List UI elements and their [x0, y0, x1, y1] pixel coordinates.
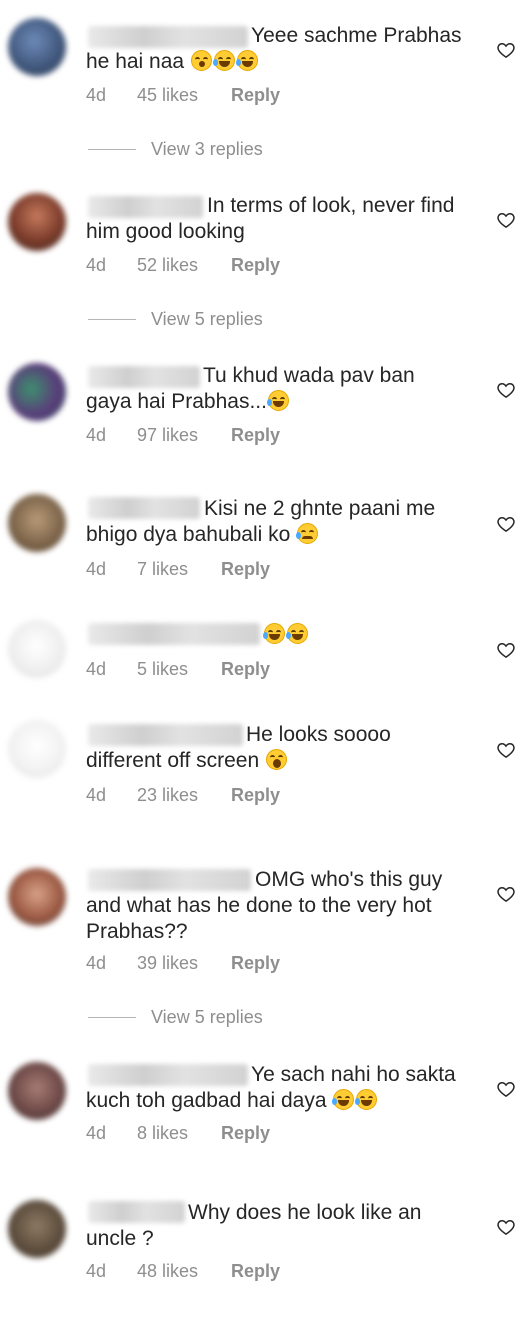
- avatar[interactable]: [8, 193, 66, 251]
- tears-of-joy-emoji-icon: [286, 623, 308, 644]
- heart-outline-icon[interactable]: [496, 1217, 516, 1237]
- avatar[interactable]: [8, 18, 66, 76]
- likes-count[interactable]: 52 likes: [137, 255, 198, 276]
- likes-count[interactable]: 48 likes: [137, 1261, 198, 1282]
- comment-text: [86, 622, 476, 648]
- heart-outline-icon[interactable]: [496, 380, 516, 400]
- reply-button[interactable]: Reply: [231, 255, 280, 276]
- avatar[interactable]: [8, 494, 66, 552]
- tears-of-joy-emoji-icon: [266, 390, 289, 411]
- reply-button[interactable]: Reply: [231, 1261, 280, 1282]
- comment-text: He looks soooo different off screen: [86, 723, 391, 772]
- tears-of-joy-emoji-icon: [355, 1089, 378, 1110]
- tears-of-joy-emoji-icon: [332, 1089, 355, 1110]
- comment-meta: 4d 23 likes Reply: [86, 785, 280, 806]
- reply-button[interactable]: Reply: [231, 953, 280, 974]
- crying-face-emoji-icon: [296, 523, 319, 544]
- emoji-reactions: [263, 623, 309, 646]
- comment-text: Kisi ne 2 ghnte paani me bhigo dya bahub…: [86, 497, 436, 546]
- reply-button[interactable]: Reply: [231, 85, 280, 106]
- view-replies-button[interactable]: View 5 replies: [88, 309, 263, 330]
- comment-text: Yeee sachme Prabhas he hai naa: [86, 24, 462, 73]
- avatar[interactable]: [8, 1062, 66, 1120]
- divider: [88, 1017, 136, 1018]
- comment-age: 4d: [86, 1123, 107, 1143]
- emoji-reactions: [265, 749, 288, 772]
- likes-count[interactable]: 39 likes: [137, 953, 198, 974]
- view-replies-button[interactable]: View 5 replies: [88, 1007, 263, 1028]
- comment-text: In terms of look, never find him good lo…: [86, 194, 455, 243]
- reply-button[interactable]: Reply: [221, 1123, 270, 1144]
- heart-outline-icon[interactable]: [496, 210, 516, 230]
- emoji-reactions: [266, 390, 290, 413]
- avatar[interactable]: [8, 1200, 66, 1258]
- comment-age: 4d: [86, 559, 107, 579]
- heart-outline-icon[interactable]: [496, 40, 516, 60]
- divider: [88, 149, 136, 150]
- heart-outline-icon[interactable]: [496, 1079, 516, 1099]
- astonished-emoji-icon: [190, 50, 212, 71]
- likes-count[interactable]: 97 likes: [137, 425, 198, 446]
- comment-meta: 4d 39 likes Reply: [86, 953, 280, 974]
- comment-meta: 4d 97 likes Reply: [86, 425, 280, 446]
- reply-button[interactable]: Reply: [221, 659, 270, 680]
- comment-age: 4d: [86, 85, 107, 105]
- comment-text: Tu khud wada pav ban gaya hai Prabhas...: [86, 364, 415, 413]
- comment-age: 4d: [86, 425, 107, 445]
- emoji-reactions: [332, 1089, 378, 1112]
- comment-age: 4d: [86, 785, 107, 805]
- heart-outline-icon[interactable]: [496, 640, 516, 660]
- heart-outline-icon[interactable]: [496, 884, 516, 904]
- divider: [88, 319, 136, 320]
- comment-age: 4d: [86, 953, 107, 973]
- reply-button[interactable]: Reply: [231, 425, 280, 446]
- comment-meta: 4d 52 likes Reply: [86, 255, 280, 276]
- comment-text: Ye sach nahi ho sakta kuch toh gadbad ha…: [86, 1063, 456, 1112]
- likes-count[interactable]: 45 likes: [137, 85, 198, 106]
- screaming-face-emoji-icon: [266, 749, 288, 770]
- comment-meta: 4d 5 likes Reply: [86, 659, 270, 680]
- avatar[interactable]: [8, 868, 66, 926]
- likes-count[interactable]: 7 likes: [137, 559, 188, 580]
- reply-button[interactable]: Reply: [221, 559, 270, 580]
- view-replies-button[interactable]: View 3 replies: [88, 139, 263, 160]
- comment-meta: 4d 7 likes Reply: [86, 559, 270, 580]
- avatar[interactable]: [8, 363, 66, 421]
- comment-text: OMG who's this guy and what has he done …: [86, 868, 443, 943]
- comment-meta: 4d 45 likes Reply: [86, 85, 280, 106]
- avatar[interactable]: [8, 720, 66, 778]
- comment-text: Why does he look like an uncle ?: [86, 1201, 422, 1250]
- heart-outline-icon[interactable]: [496, 514, 516, 534]
- comment-age: 4d: [86, 255, 107, 275]
- comment-age: 4d: [86, 1261, 107, 1281]
- tears-of-joy-emoji-icon: [235, 50, 258, 71]
- emoji-reactions: [184, 50, 259, 73]
- tears-of-joy-emoji-icon: [212, 50, 235, 71]
- comment-meta: 4d 8 likes Reply: [86, 1123, 270, 1144]
- likes-count[interactable]: 8 likes: [137, 1123, 188, 1144]
- avatar[interactable]: [8, 620, 66, 678]
- comment-age: 4d: [86, 659, 107, 679]
- likes-count[interactable]: 23 likes: [137, 785, 198, 806]
- likes-count[interactable]: 5 likes: [137, 659, 188, 680]
- emoji-reactions: [296, 523, 319, 546]
- comment-meta: 4d 48 likes Reply: [86, 1261, 280, 1282]
- heart-outline-icon[interactable]: [496, 740, 516, 760]
- reply-button[interactable]: Reply: [231, 785, 280, 806]
- tears-of-joy-emoji-icon: [263, 623, 285, 644]
